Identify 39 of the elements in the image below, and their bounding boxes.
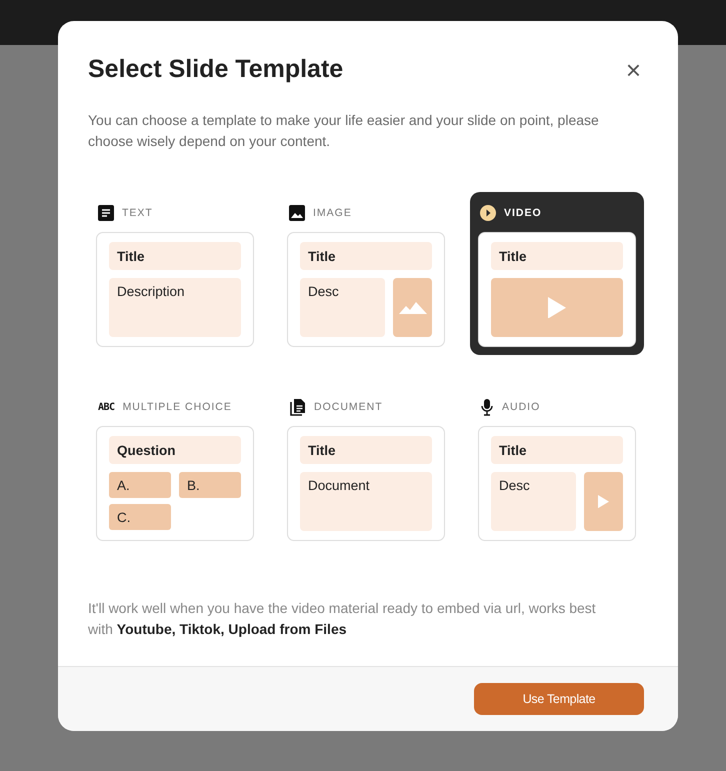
title-placeholder: Question	[109, 436, 241, 464]
play-icon	[548, 296, 566, 318]
option-placeholder: A.	[109, 472, 171, 498]
template-label: TEXT	[122, 207, 153, 219]
title-placeholder: Title	[491, 436, 623, 464]
document-icon	[289, 398, 306, 416]
play-icon	[598, 494, 609, 508]
text-icon	[98, 205, 114, 221]
play-icon	[480, 205, 496, 221]
template-option[interactable]: TEXT Title Description	[88, 192, 262, 355]
template-label: MULTIPLE CHOICE	[122, 401, 232, 413]
template-label: VIDEO	[504, 207, 542, 219]
body-placeholder: Document	[300, 472, 432, 531]
title-placeholder: Title	[109, 242, 241, 270]
abc-icon: ABC	[98, 402, 115, 412]
intro-text: You can choose a template to make your life easier and your slide on point, please choose wisely depend on your content.	[88, 111, 600, 151]
template-option[interactable]: ABC MULTIPLE CHOICE Question A. B. C.	[88, 386, 262, 549]
title-placeholder: Title	[300, 242, 432, 270]
mountain-icon	[398, 302, 426, 314]
template-option[interactable]: IMAGE Title Desc	[279, 192, 453, 355]
title-placeholder: Title	[491, 242, 623, 270]
body-placeholder: Description	[109, 278, 241, 337]
body-placeholder: Desc	[491, 472, 576, 531]
close-button[interactable]: ×	[622, 56, 645, 82]
dialog-title: Select Slide Template	[88, 55, 344, 84]
hint-text: It'll work well when you have the video material ready to embed via url, works best with Youtube, Tiktok, Upload from Files	[88, 599, 597, 639]
template-option[interactable]: AUDIO Title Desc	[470, 386, 644, 549]
template-label: IMAGE	[313, 207, 352, 219]
template-option[interactable]: VIDEO Title	[470, 192, 644, 355]
title-placeholder: Title	[300, 436, 432, 464]
use-template-button[interactable]: Use Template	[474, 683, 644, 715]
image-icon	[289, 205, 305, 221]
template-label: DOCUMENT	[314, 401, 383, 413]
option-placeholder: C.	[109, 504, 171, 530]
option-placeholder: B.	[179, 472, 241, 498]
template-option[interactable]: DOCUMENT Title Document	[279, 386, 453, 549]
microphone-icon	[480, 398, 494, 416]
template-label: AUDIO	[502, 401, 540, 413]
body-placeholder: Desc	[300, 278, 385, 337]
